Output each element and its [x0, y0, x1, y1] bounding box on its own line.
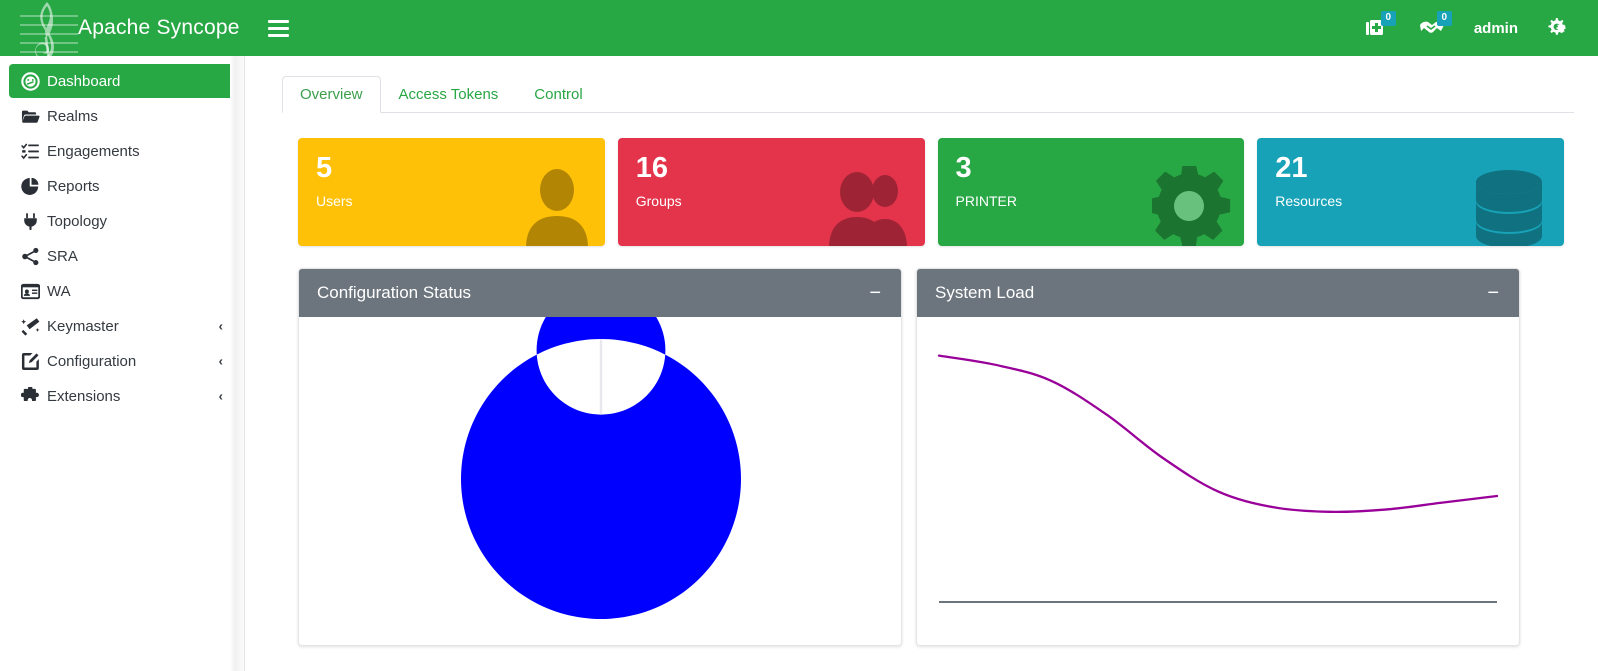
- sidebar-scrollbar[interactable]: [230, 56, 244, 671]
- sidebar-navigation: Dashboard Realms Engagements Reports Top…: [0, 56, 245, 671]
- sidebar-item-label: Dashboard: [47, 73, 120, 90]
- pie-chart-icon: [21, 176, 47, 196]
- sidebar-item-keymaster[interactable]: Keymaster ‹: [9, 309, 235, 343]
- sidebar-item-engagements[interactable]: Engagements: [9, 134, 235, 168]
- hamburger-icon[interactable]: [257, 0, 299, 56]
- card-body: [299, 317, 901, 646]
- sidebar-item-label: Configuration: [47, 353, 136, 370]
- sidebar-item-wa[interactable]: WA: [9, 274, 235, 308]
- user-menu[interactable]: admin: [1460, 20, 1536, 37]
- info-box-users[interactable]: 5Users: [298, 138, 605, 246]
- minus-icon[interactable]: −: [1485, 283, 1501, 303]
- sidebar-item-reports[interactable]: Reports: [9, 169, 235, 203]
- pen-square-icon: [21, 351, 47, 371]
- configuration-status-donut-chart: [299, 317, 901, 646]
- folder-open-icon: [21, 106, 47, 126]
- minus-icon[interactable]: −: [867, 283, 883, 303]
- sidebar-item-configuration[interactable]: Configuration ‹: [9, 344, 235, 378]
- puzzle-piece-icon: [21, 386, 47, 406]
- cogs-glyph: [1546, 16, 1572, 40]
- sidebar-item-label: Topology: [47, 213, 107, 230]
- tab-control[interactable]: Control: [516, 76, 600, 113]
- card-body: [917, 317, 1519, 646]
- treble-clef-icon: [10, 0, 88, 56]
- users-icon: [827, 164, 913, 246]
- user-icon: [521, 164, 593, 246]
- card-header: Configuration Status −: [299, 269, 901, 317]
- info-box-groups[interactable]: 16Groups: [618, 138, 925, 246]
- database-icon: [1466, 166, 1552, 246]
- sidebar-item-label: Engagements: [47, 143, 140, 160]
- info-box-resources[interactable]: 21Resources: [1257, 138, 1564, 246]
- sidebar-item-label: Extensions: [47, 388, 120, 405]
- chevron-left-icon[interactable]: ‹: [219, 319, 223, 334]
- card-header: System Load −: [917, 269, 1519, 317]
- sidebar-item-label: SRA: [47, 248, 78, 265]
- line-series-system-load[interactable]: [939, 356, 1497, 512]
- share-alt-icon: [21, 246, 47, 266]
- topbar-right-group: 0 0 admin: [1348, 0, 1598, 56]
- cog-icon: [1152, 166, 1232, 246]
- sidebar-item-label: Reports: [47, 178, 100, 195]
- sidebar-item-label: WA: [47, 283, 71, 300]
- tab-overview[interactable]: Overview: [282, 76, 381, 113]
- sidebar-item-label: Keymaster: [47, 318, 119, 335]
- top-navigation-bar: Apache Syncope 0 0 admin: [0, 0, 1598, 56]
- sidebar-menu-list: Dashboard Realms Engagements Reports Top…: [0, 64, 244, 413]
- magic-wand-icon: [21, 316, 47, 336]
- plug-icon: [21, 211, 47, 231]
- card-system-load: System Load −: [916, 268, 1520, 646]
- brand-title: Apache Syncope: [78, 16, 240, 40]
- chevron-left-icon[interactable]: ‹: [219, 389, 223, 404]
- card-title: Configuration Status: [317, 283, 471, 303]
- tasks-icon: [21, 141, 47, 161]
- tab-access-tokens[interactable]: Access Tokens: [381, 76, 517, 113]
- brand-area[interactable]: Apache Syncope: [0, 0, 245, 56]
- sidebar-item-dashboard[interactable]: Dashboard: [9, 64, 235, 98]
- sidebar-item-topology[interactable]: Topology: [9, 204, 235, 238]
- info-box-printer[interactable]: 3PRINTER: [938, 138, 1245, 246]
- card-configuration-status: Configuration Status −: [298, 268, 902, 646]
- sidebar-item-sra[interactable]: SRA: [9, 239, 235, 273]
- sidebar-item-extensions[interactable]: Extensions ‹: [9, 379, 235, 413]
- hamburger-line: [268, 27, 289, 30]
- notification-badge: 0: [1437, 11, 1452, 26]
- sidebar-item-label: Realms: [47, 108, 98, 125]
- handshake-icon[interactable]: 0: [1404, 0, 1460, 56]
- hamburger-line: [268, 34, 289, 37]
- system-load-line-chart: [917, 317, 1519, 646]
- main-content: OverviewAccess TokensControl 5Users 16Gr…: [258, 56, 1598, 671]
- card-title: System Load: [935, 283, 1034, 303]
- cogs-icon[interactable]: [1536, 0, 1582, 56]
- chevron-left-icon[interactable]: ‹: [219, 354, 223, 369]
- sidebar-item-realms[interactable]: Realms: [9, 99, 235, 133]
- info-box-row: 5Users 16Groups 3PRINTER 21Resources: [298, 138, 1564, 246]
- tab-bar: OverviewAccess TokensControl: [282, 76, 1574, 113]
- tachometer-icon: [21, 71, 47, 91]
- notification-badge: 0: [1381, 11, 1396, 26]
- hamburger-line: [268, 20, 289, 23]
- id-card-icon: [21, 281, 47, 301]
- first-aid-kit-icon[interactable]: 0: [1348, 0, 1404, 56]
